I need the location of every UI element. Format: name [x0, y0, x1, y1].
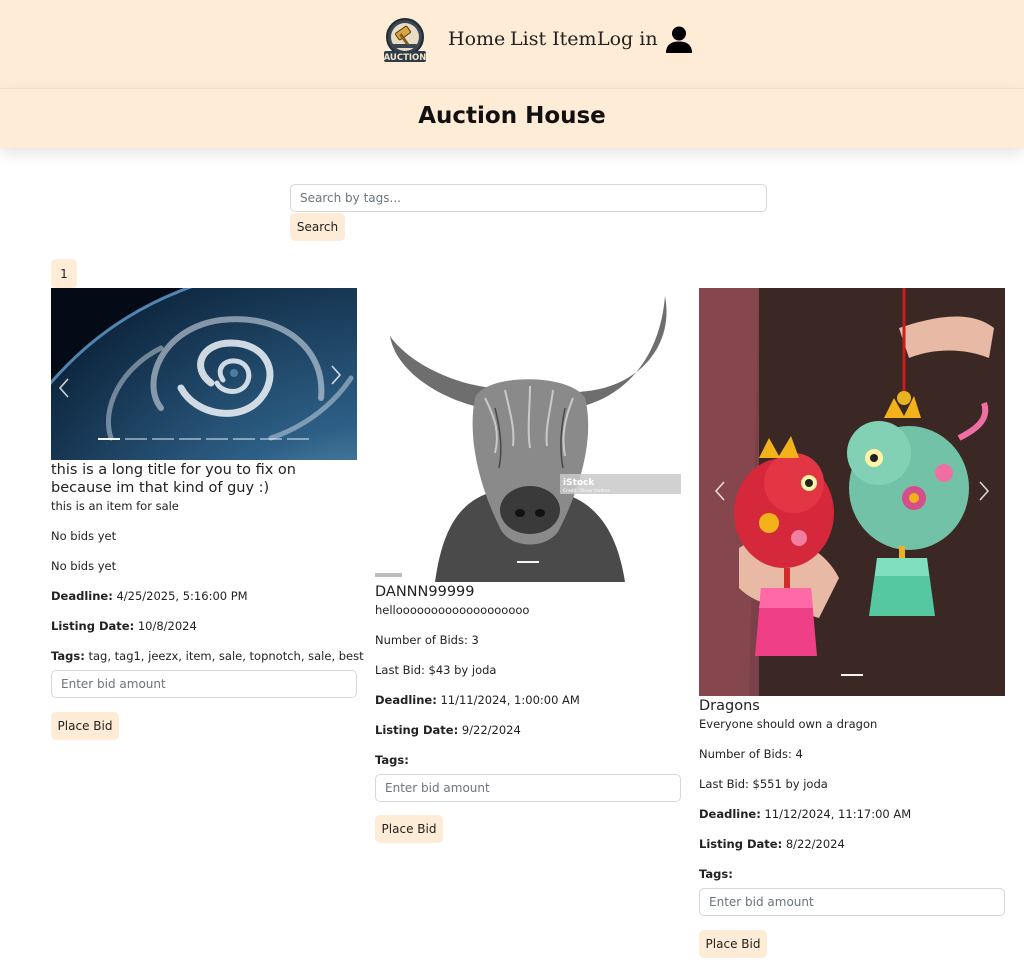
bid-amount-input[interactable] [51, 670, 357, 698]
carousel-indicator[interactable] [206, 438, 228, 440]
item-title: DANNN99999 [375, 584, 475, 600]
bid-amount-input[interactable] [375, 774, 681, 802]
dragon-plush-image [699, 288, 1005, 696]
watermark-credit: Credit: Oliver Hullme [563, 488, 610, 494]
item-title: this is a long title for you to fix on b… [51, 462, 296, 496]
pagination-page-1[interactable]: 1 [51, 259, 77, 288]
carousel-indicator[interactable] [260, 438, 282, 440]
highland-cow-image: iStock Credit: Oliver Hullme [375, 288, 681, 582]
logo-text: AUCTION [384, 53, 427, 63]
image-carousel [51, 288, 357, 460]
carousel-prev-icon[interactable] [55, 376, 75, 400]
carousel-prev-icon[interactable] [711, 479, 731, 503]
item-listing-date: Listing Date: 9/22/2024 [375, 723, 521, 737]
istock-watermark: iStock [563, 478, 595, 488]
item-card: this is a long title for you to fix on b… [51, 288, 364, 748]
image-carousel: iStock Credit: Oliver Hullme [375, 288, 681, 582]
carousel-indicator-active[interactable] [98, 438, 120, 440]
search-button[interactable]: Search [290, 213, 345, 241]
title-banner: Auction House [0, 88, 1024, 148]
image-carousel [699, 288, 1005, 696]
tag-search-input[interactable] [290, 184, 767, 212]
carousel-indicator[interactable] [179, 438, 201, 440]
carousel-indicator[interactable] [233, 438, 255, 440]
item-listing-date: Listing Date: 10/8/2024 [51, 619, 197, 633]
item-description: hellooooooooooooooooooo [375, 603, 530, 617]
item-description: this is an item for sale [51, 499, 179, 513]
top-navbar: AUCTION Home List Item Log in [0, 0, 1024, 88]
item-deadline: Deadline: 11/12/2024, 11:17:00 AM [699, 807, 912, 821]
item-last-bid: Last Bid: $551 by joda [699, 777, 828, 791]
item-last-bid: Last Bid: $43 by joda [375, 663, 497, 677]
item-listing-date: Listing Date: 8/22/2024 [699, 837, 845, 851]
item-description: Everyone should own a dragon [699, 717, 878, 731]
bid-amount-input[interactable] [699, 888, 1005, 916]
item-tags: Tags: [699, 867, 733, 881]
item-title: Dragons [699, 698, 760, 714]
carousel-next-icon[interactable] [325, 363, 345, 387]
carousel-next-icon[interactable] [973, 479, 993, 503]
carousel-indicator[interactable] [152, 438, 174, 440]
item-tags: Tags: [375, 753, 409, 767]
item-last-bid: No bids yet [51, 559, 117, 573]
nav-home-link[interactable]: Home [448, 28, 505, 50]
place-bid-button[interactable]: Place Bid [375, 815, 443, 843]
item-tags: Tags: tag, tag1, jeezx, item, sale, topn… [51, 649, 364, 663]
user-profile-icon[interactable] [666, 26, 692, 54]
auction-logo[interactable]: AUCTION [383, 17, 427, 63]
item-deadline: Deadline: 4/25/2025, 5:16:00 PM [51, 589, 248, 603]
place-bid-button[interactable]: Place Bid [699, 930, 767, 958]
item-bid-count: Number of Bids: 4 [699, 747, 803, 761]
page-title: Auction House [418, 103, 606, 129]
item-bid-count: Number of Bids: 3 [375, 633, 479, 647]
item-card: Dragons Everyone should own a dragon Num… [699, 288, 1005, 964]
carousel-indicator[interactable] [125, 438, 147, 440]
item-deadline: Deadline: 11/11/2024, 1:00:00 AM [375, 693, 580, 707]
carousel-indicator[interactable] [287, 438, 309, 440]
carousel-indicator-active[interactable] [841, 674, 863, 676]
carousel-indicator-active[interactable] [517, 561, 539, 563]
item-card: iStock Credit: Oliver Hullme DANNN99999 … [375, 288, 681, 848]
earth-hurricane-image [51, 288, 357, 460]
nav-login-link[interactable]: Log in [597, 28, 658, 50]
nav-list-item-link[interactable]: List Item [510, 28, 597, 50]
place-bid-button[interactable]: Place Bid [51, 712, 119, 740]
item-bid-count: No bids yet [51, 529, 117, 543]
